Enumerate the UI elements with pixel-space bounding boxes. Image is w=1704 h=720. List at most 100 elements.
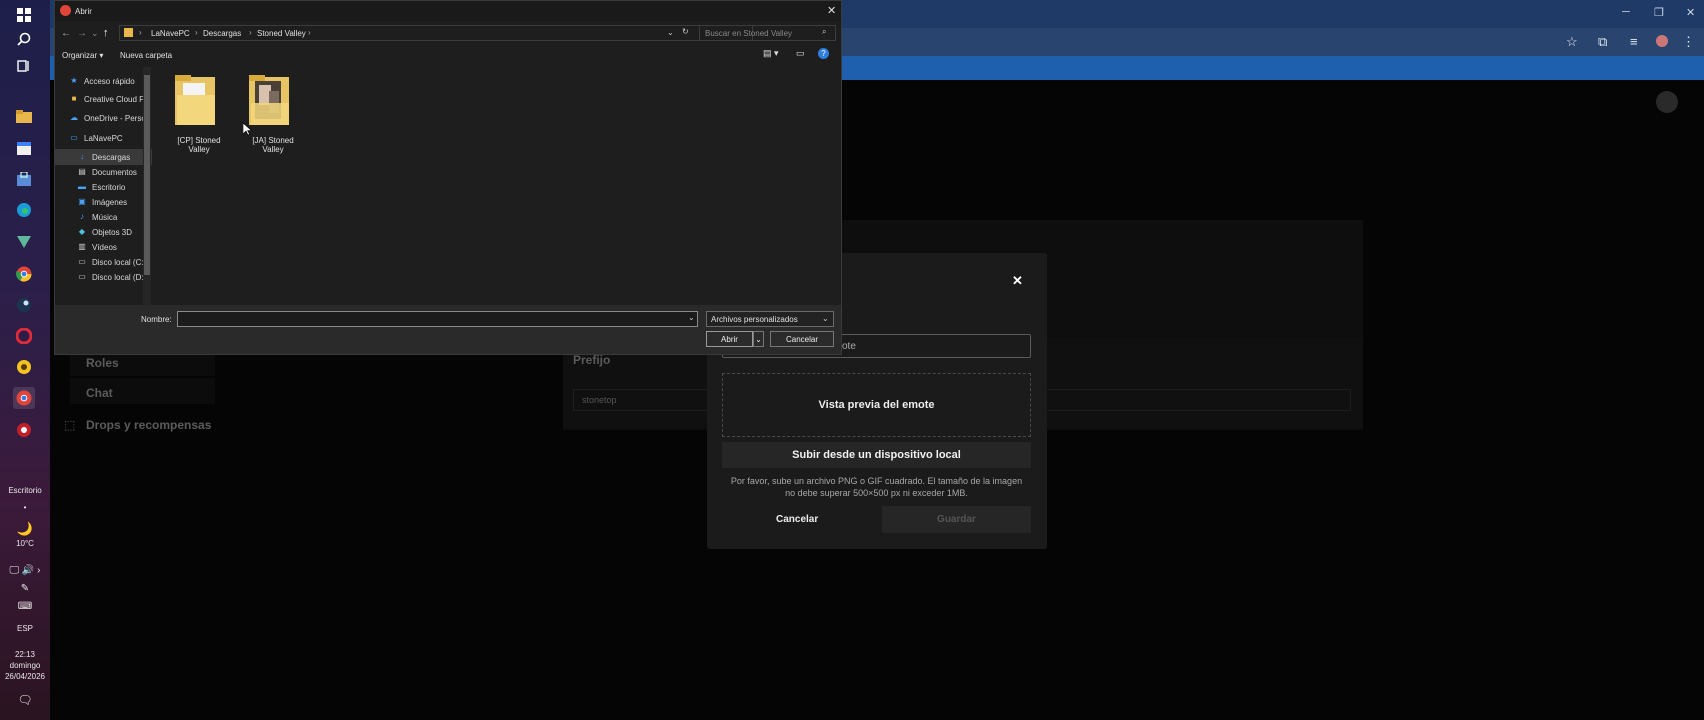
- folder-cp-stoned-valley[interactable]: [173, 73, 223, 127]
- close-window-icon[interactable]: ✕: [1686, 6, 1695, 19]
- chrome-menu-icon[interactable]: ⋮: [1682, 34, 1695, 50]
- dialog-close-icon[interactable]: ✕: [827, 4, 836, 17]
- modal-save-button-label: Guardar: [937, 514, 976, 525]
- breadcrumb-lanavepc[interactable]: LaNavePC: [151, 29, 190, 38]
- nav-item-chat[interactable]: Chat: [86, 386, 113, 400]
- sidebar-item-onedrive-person[interactable]: ☁ OneDrive - Person: [55, 110, 152, 126]
- keyboard-icon[interactable]: ⌨: [0, 601, 50, 612]
- edge-browser-icon[interactable]: [13, 199, 35, 221]
- sidebar-item-label: LaNavePC: [84, 133, 123, 143]
- search-placeholder: Buscar en Stoned Valley: [705, 29, 793, 38]
- vpn-app-icon[interactable]: [13, 231, 35, 253]
- folder-small-icon: [124, 28, 133, 37]
- page-avatar[interactable]: [1656, 91, 1678, 113]
- sidebar-item-im-genes[interactable]: ▣ Imágenes: [55, 194, 152, 210]
- folder-with-images-icon: [249, 75, 289, 125]
- sidebar-item-acceso-r-pido[interactable]: ★ Acceso rápido: [55, 73, 152, 89]
- folder-cp-label-1: [CP] Stoned: [177, 136, 221, 145]
- open-button-label: Abrir: [721, 334, 738, 344]
- minimize-icon[interactable]: ─: [1622, 6, 1630, 18]
- clock-day: domingo: [9, 661, 41, 670]
- folder-ja-label-1: [JA] Stoned: [252, 136, 294, 145]
- pictures-icon: ▣: [78, 197, 86, 206]
- chrome-icon[interactable]: [13, 263, 35, 285]
- tray-network-volume-icon[interactable]: 🖵 🔊 ›: [0, 565, 50, 576]
- modal-save-button[interactable]: Guardar: [882, 506, 1031, 533]
- file-explorer-icon[interactable]: [13, 105, 35, 127]
- task-view-icon[interactable]: [13, 55, 35, 77]
- breadcrumb-stoned-valley[interactable]: Stoned Valley: [257, 29, 306, 38]
- filename-dropdown-icon[interactable]: ⌄: [688, 313, 695, 322]
- open-dropdown-button[interactable]: ⌄: [753, 331, 764, 347]
- preview-pane-icon[interactable]: ▭: [796, 48, 805, 59]
- address-dropdown-icon[interactable]: ⌄: [667, 28, 674, 37]
- bookmark-star-icon[interactable]: ☆: [1566, 34, 1578, 50]
- back-arrow-icon[interactable]: ←: [61, 28, 71, 39]
- sidebar-item-v-deos[interactable]: ▥ Vídeos: [55, 239, 152, 255]
- file-type-select[interactable]: Archivos personalizados ⌄: [706, 311, 834, 327]
- documents-icon: ▤: [78, 167, 86, 176]
- windows-start-icon[interactable]: [13, 4, 35, 26]
- filename-input[interactable]: [177, 311, 698, 327]
- restore-icon[interactable]: ❐: [1654, 6, 1664, 19]
- tray-pen-icon[interactable]: ✎: [0, 583, 50, 594]
- sidebar-item-disco-local-c[interactable]: ▭ Disco local (C:): [55, 254, 152, 270]
- sidebar-item-label: Documentos: [92, 167, 137, 177]
- desktop-label[interactable]: Escritorio: [0, 486, 50, 495]
- folder-ja-stoned-valley[interactable]: [247, 73, 297, 127]
- help-icon[interactable]: ?: [818, 48, 829, 59]
- nav-item-roles[interactable]: Roles: [86, 356, 119, 370]
- store-icon[interactable]: [13, 168, 35, 190]
- recent-dropdown-icon[interactable]: ⌄: [91, 28, 99, 39]
- calendar-icon[interactable]: [13, 137, 35, 159]
- chrome-active-icon[interactable]: [13, 387, 35, 409]
- sidebar-item-escritorio[interactable]: ▬ Escritorio: [55, 179, 152, 195]
- media-control-icon[interactable]: ≡: [1630, 34, 1638, 49]
- emote-name-value: ote: [842, 341, 856, 352]
- view-options-icon[interactable]: ▤ ▾: [763, 48, 779, 59]
- folder-cp-label-2: Valley: [188, 145, 210, 154]
- sidebar-item-disco-local-d[interactable]: ▭ Disco local (D:): [55, 269, 152, 285]
- emote-preview-label: Vista previa del emote: [818, 399, 935, 411]
- media-app-icon[interactable]: [13, 419, 35, 441]
- dialog-cancel-button[interactable]: Cancelar: [770, 331, 834, 347]
- nav-scrollbar-thumb[interactable]: [144, 75, 150, 275]
- app-yellow-icon[interactable]: [13, 356, 35, 378]
- sidebar-item-creative-cloud-fil[interactable]: ■ Creative Cloud Fil: [55, 91, 152, 107]
- upload-local-button[interactable]: Subir desde un dispositivo local: [722, 442, 1031, 468]
- profile-avatar[interactable]: [1656, 35, 1668, 47]
- extensions-icon[interactable]: ⧉: [1598, 34, 1607, 50]
- language-indicator[interactable]: ESP: [0, 624, 50, 633]
- search-icon-dialog[interactable]: ⌕: [822, 27, 826, 37]
- open-button[interactable]: Abrir: [706, 331, 753, 347]
- new-folder-button[interactable]: Nueva carpeta: [120, 51, 172, 60]
- folder-ja-label-2: Valley: [262, 145, 284, 154]
- sidebar-item-descargas[interactable]: ↓ Descargas: [55, 149, 152, 165]
- notification-icon[interactable]: 🗨: [0, 693, 50, 707]
- sidebar-item-objetos-3d[interactable]: ◆ Objetos 3D: [55, 224, 152, 240]
- weather-moon-icon[interactable]: 🌙: [0, 521, 50, 537]
- organize-menu[interactable]: Organizar ▾: [62, 51, 103, 60]
- modal-cancel-button[interactable]: Cancelar: [776, 514, 818, 525]
- sidebar-item-documentos[interactable]: ▤ Documentos: [55, 164, 152, 180]
- close-icon[interactable]: ✕: [1012, 273, 1023, 289]
- steam-icon[interactable]: [13, 294, 35, 316]
- search-icon[interactable]: [13, 28, 35, 50]
- folder-icon: ■: [71, 94, 77, 103]
- music-icon: ♪: [80, 212, 84, 221]
- upload-local-button-label: Subir desde un dispositivo local: [792, 449, 961, 461]
- opera-icon[interactable]: [13, 325, 35, 347]
- sidebar-item-m-sica[interactable]: ♪ Música: [55, 209, 152, 225]
- breadcrumb-descargas[interactable]: Descargas: [203, 29, 241, 38]
- sidebar-item-lanavepc[interactable]: ▭ LaNavePC: [55, 130, 152, 146]
- sidebar-item-label: Vídeos: [92, 242, 117, 252]
- refresh-icon[interactable]: ↻: [682, 27, 689, 36]
- filename-label: Nombre:: [141, 315, 172, 324]
- up-arrow-icon[interactable]: ↑: [103, 27, 109, 39]
- desktop-dot: •: [23, 503, 27, 512]
- download-icon: ↓: [80, 152, 84, 161]
- cloud-icon: ☁: [70, 113, 78, 122]
- nav-item-drops[interactable]: Drops y recompensas: [86, 418, 211, 432]
- forward-arrow-icon[interactable]: →: [77, 28, 87, 39]
- clock-time[interactable]: 22:13: [0, 650, 50, 659]
